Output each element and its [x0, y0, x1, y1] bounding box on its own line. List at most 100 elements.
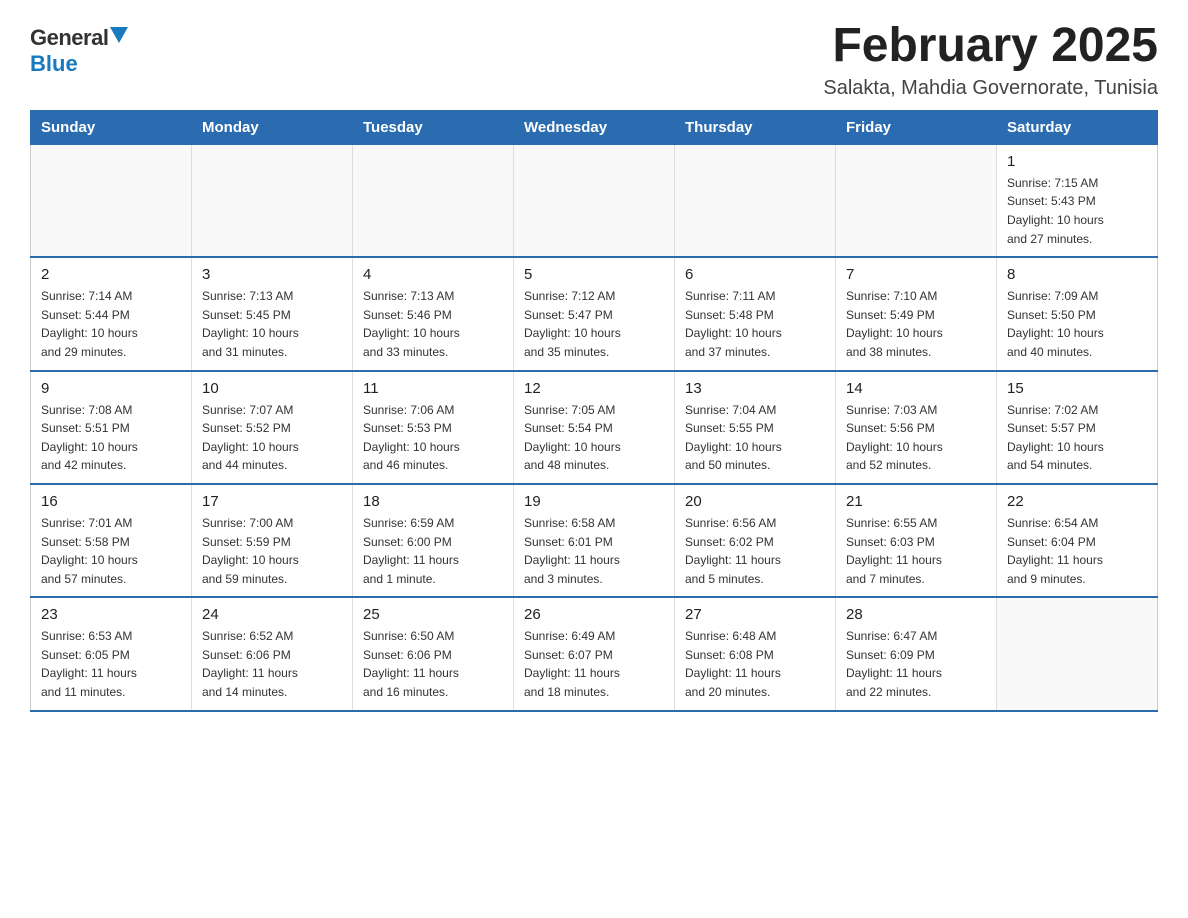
col-thursday: Thursday — [675, 110, 836, 144]
day-number: 22 — [1007, 493, 1147, 510]
page-subtitle: Salakta, Mahdia Governorate, Tunisia — [823, 77, 1158, 100]
calendar-cell — [675, 144, 836, 257]
day-info: Sunrise: 7:06 AMSunset: 5:53 PMDaylight:… — [363, 401, 503, 475]
logo-general-text: General — [30, 25, 108, 51]
day-number: 2 — [41, 266, 181, 283]
calendar-cell: 27 Sunrise: 6:48 AMSunset: 6:08 PMDayligh… — [675, 597, 836, 710]
day-info: Sunrise: 7:03 AMSunset: 5:56 PMDaylight:… — [846, 401, 986, 475]
calendar-week-1: 1 Sunrise: 7:15 AMSunset: 5:43 PMDaylight… — [31, 144, 1158, 257]
day-number: 1 — [1007, 153, 1147, 170]
calendar-week-3: 9 Sunrise: 7:08 AMSunset: 5:51 PMDaylight… — [31, 371, 1158, 484]
day-number: 11 — [363, 380, 503, 397]
day-info: Sunrise: 7:05 AMSunset: 5:54 PMDaylight:… — [524, 401, 664, 475]
day-number: 20 — [685, 493, 825, 510]
calendar-cell: 17Sunrise: 7:00 AMSunset: 5:59 PMDayligh… — [192, 484, 353, 597]
calendar-week-4: 16 Sunrise: 7:01 AMSunset: 5:58 PMDayligh… — [31, 484, 1158, 597]
day-info: Sunrise: 7:00 AMSunset: 5:59 PMDaylight:… — [202, 514, 342, 588]
calendar-cell — [192, 144, 353, 257]
calendar-cell: 6 Sunrise: 7:11 AMSunset: 5:48 PMDaylight… — [675, 257, 836, 370]
calendar-cell: 12Sunrise: 7:05 AMSunset: 5:54 PMDayligh… — [514, 371, 675, 484]
col-tuesday: Tuesday — [353, 110, 514, 144]
day-info: Sunrise: 7:04 AMSunset: 5:55 PMDaylight:… — [685, 401, 825, 475]
calendar-cell: 14 Sunrise: 7:03 AMSunset: 5:56 PMDayligh… — [836, 371, 997, 484]
day-number: 4 — [363, 266, 503, 283]
col-sunday: Sunday — [31, 110, 192, 144]
day-number: 26 — [524, 606, 664, 623]
calendar-cell: 10 Sunrise: 7:07 AMSunset: 5:52 PMDayligh… — [192, 371, 353, 484]
day-info: Sunrise: 7:15 AMSunset: 5:43 PMDaylight:… — [1007, 174, 1147, 248]
day-info: Sunrise: 7:08 AMSunset: 5:51 PMDaylight:… — [41, 401, 181, 475]
col-monday: Monday — [192, 110, 353, 144]
calendar-cell: 4 Sunrise: 7:13 AMSunset: 5:46 PMDaylight… — [353, 257, 514, 370]
day-number: 3 — [202, 266, 342, 283]
calendar-table: Sunday Monday Tuesday Wednesday Thursday… — [30, 110, 1158, 712]
title-block: February 2025 Salakta, Mahdia Governorat… — [823, 20, 1158, 100]
day-number: 19 — [524, 493, 664, 510]
day-number: 13 — [685, 380, 825, 397]
day-info: Sunrise: 7:12 AMSunset: 5:47 PMDaylight:… — [524, 287, 664, 361]
calendar-cell: 9 Sunrise: 7:08 AMSunset: 5:51 PMDaylight… — [31, 371, 192, 484]
day-number: 28 — [846, 606, 986, 623]
calendar-cell: 28 Sunrise: 6:47 AMSunset: 6:09 PMDayligh… — [836, 597, 997, 710]
day-info: Sunrise: 6:48 AMSunset: 6:08 PMDaylight:… — [685, 627, 825, 701]
calendar-week-5: 23Sunrise: 6:53 AMSunset: 6:05 PMDayligh… — [31, 597, 1158, 710]
day-number: 9 — [41, 380, 181, 397]
calendar-cell: 18 Sunrise: 6:59 AMSunset: 6:00 PMDayligh… — [353, 484, 514, 597]
day-info: Sunrise: 7:14 AMSunset: 5:44 PMDaylight:… — [41, 287, 181, 361]
day-info: Sunrise: 6:47 AMSunset: 6:09 PMDaylight:… — [846, 627, 986, 701]
day-info: Sunrise: 7:10 AMSunset: 5:49 PMDaylight:… — [846, 287, 986, 361]
calendar-cell — [353, 144, 514, 257]
day-info: Sunrise: 7:13 AMSunset: 5:46 PMDaylight:… — [363, 287, 503, 361]
calendar-cell: 3 Sunrise: 7:13 AMSunset: 5:45 PMDaylight… — [192, 257, 353, 370]
calendar-cell: 5 Sunrise: 7:12 AMSunset: 5:47 PMDaylight… — [514, 257, 675, 370]
calendar-cell: 25Sunrise: 6:50 AMSunset: 6:06 PMDayligh… — [353, 597, 514, 710]
day-number: 18 — [363, 493, 503, 510]
calendar-cell: 11 Sunrise: 7:06 AMSunset: 5:53 PMDayligh… — [353, 371, 514, 484]
day-info: Sunrise: 6:56 AMSunset: 6:02 PMDaylight:… — [685, 514, 825, 588]
calendar-header: Sunday Monday Tuesday Wednesday Thursday… — [31, 110, 1158, 144]
day-number: 16 — [41, 493, 181, 510]
day-info: Sunrise: 6:50 AMSunset: 6:06 PMDaylight:… — [363, 627, 503, 701]
calendar-cell: 22Sunrise: 6:54 AMSunset: 6:04 PMDayligh… — [997, 484, 1158, 597]
day-info: Sunrise: 6:53 AMSunset: 6:05 PMDaylight:… — [41, 627, 181, 701]
day-number: 15 — [1007, 380, 1147, 397]
calendar-cell: 20 Sunrise: 6:56 AMSunset: 6:02 PMDayligh… — [675, 484, 836, 597]
day-number: 7 — [846, 266, 986, 283]
calendar-body: 1 Sunrise: 7:15 AMSunset: 5:43 PMDaylight… — [31, 144, 1158, 710]
calendar-cell: 23Sunrise: 6:53 AMSunset: 6:05 PMDayligh… — [31, 597, 192, 710]
day-info: Sunrise: 6:58 AMSunset: 6:01 PMDaylight:… — [524, 514, 664, 588]
calendar-cell: 26 Sunrise: 6:49 AMSunset: 6:07 PMDayligh… — [514, 597, 675, 710]
calendar-cell — [514, 144, 675, 257]
calendar-cell: 24Sunrise: 6:52 AMSunset: 6:06 PMDayligh… — [192, 597, 353, 710]
logo: General Blue — [30, 20, 128, 77]
calendar-cell — [31, 144, 192, 257]
calendar-cell: 16 Sunrise: 7:01 AMSunset: 5:58 PMDayligh… — [31, 484, 192, 597]
day-number: 5 — [524, 266, 664, 283]
day-info: Sunrise: 6:59 AMSunset: 6:00 PMDaylight:… — [363, 514, 503, 588]
day-info: Sunrise: 7:09 AMSunset: 5:50 PMDaylight:… — [1007, 287, 1147, 361]
calendar-cell: 15 Sunrise: 7:02 AMSunset: 5:57 PMDayligh… — [997, 371, 1158, 484]
day-info: Sunrise: 7:02 AMSunset: 5:57 PMDaylight:… — [1007, 401, 1147, 475]
page-header: General Blue February 2025 Salakta, Mahd… — [30, 20, 1158, 100]
day-info: Sunrise: 6:55 AMSunset: 6:03 PMDaylight:… — [846, 514, 986, 588]
logo-blue-text: Blue — [30, 51, 78, 77]
col-saturday: Saturday — [997, 110, 1158, 144]
calendar-week-2: 2 Sunrise: 7:14 AMSunset: 5:44 PMDaylight… — [31, 257, 1158, 370]
day-number: 21 — [846, 493, 986, 510]
calendar-cell: 8 Sunrise: 7:09 AMSunset: 5:50 PMDaylight… — [997, 257, 1158, 370]
calendar-cell: 1 Sunrise: 7:15 AMSunset: 5:43 PMDaylight… — [997, 144, 1158, 257]
day-number: 8 — [1007, 266, 1147, 283]
day-info: Sunrise: 7:07 AMSunset: 5:52 PMDaylight:… — [202, 401, 342, 475]
calendar-cell — [997, 597, 1158, 710]
col-friday: Friday — [836, 110, 997, 144]
day-number: 27 — [685, 606, 825, 623]
day-info: Sunrise: 6:49 AMSunset: 6:07 PMDaylight:… — [524, 627, 664, 701]
day-info: Sunrise: 7:11 AMSunset: 5:48 PMDaylight:… — [685, 287, 825, 361]
calendar-cell: 7 Sunrise: 7:10 AMSunset: 5:49 PMDaylight… — [836, 257, 997, 370]
day-info: Sunrise: 7:13 AMSunset: 5:45 PMDaylight:… — [202, 287, 342, 361]
day-number: 10 — [202, 380, 342, 397]
day-number: 6 — [685, 266, 825, 283]
day-number: 14 — [846, 380, 986, 397]
col-wednesday: Wednesday — [514, 110, 675, 144]
day-info: Sunrise: 7:01 AMSunset: 5:58 PMDaylight:… — [41, 514, 181, 588]
